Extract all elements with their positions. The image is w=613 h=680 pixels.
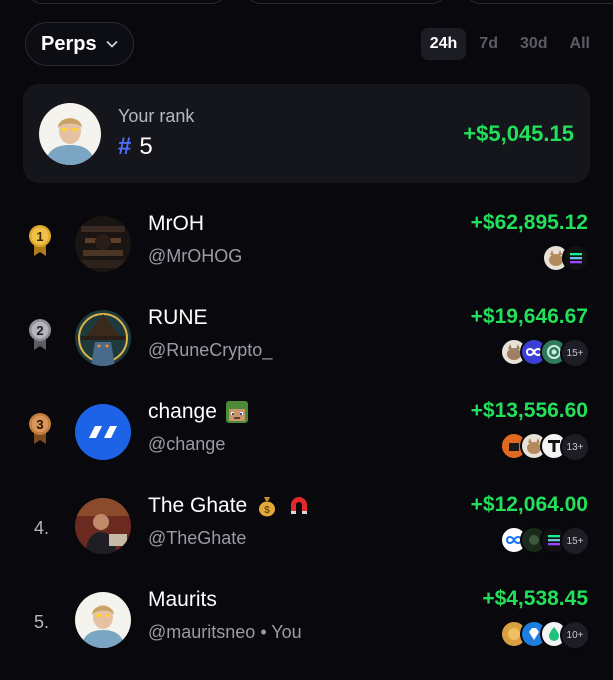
user-handle: @change <box>148 434 226 454</box>
period-7d[interactable]: 7d <box>470 28 507 60</box>
leaderboard-row[interactable]: 3 change @change +$13,556.60 13+ <box>0 388 613 484</box>
market-dropdown-label: Perps <box>41 32 97 55</box>
user-pnl: +$4,538.45 <box>482 587 588 610</box>
rank-number: 4. <box>26 504 54 540</box>
avatar <box>75 216 131 272</box>
avatar <box>75 498 131 554</box>
more-tokens-badge: 15+ <box>560 526 590 556</box>
rank-badge-number: 2 <box>36 323 43 338</box>
filter-row: Perps 24h 7d 30d All <box>25 22 599 66</box>
user-handle: @RuneCrypto_ <box>148 340 273 360</box>
token-stack: 10+ <box>500 620 590 650</box>
user-name: MrOH <box>148 212 204 235</box>
your-rank-number: 5 <box>139 133 153 160</box>
rank-number-text: 4. <box>34 518 50 538</box>
token-stack: 15+ <box>500 526 590 556</box>
svg-text:$: $ <box>264 505 270 516</box>
user-name: RUNE <box>148 306 208 329</box>
user-pnl: +$13,556.60 <box>470 399 588 422</box>
user-name: change <box>148 400 217 423</box>
user-name: The Ghate <box>148 494 248 517</box>
your-rank-pnl: +$5,045.15 <box>463 120 574 146</box>
period-24h[interactable]: 24h <box>420 28 467 60</box>
more-tokens-badge: 13+ <box>560 432 590 462</box>
minecraft-face-emoji <box>225 400 249 424</box>
solana-token-icon <box>562 244 590 272</box>
leaderboard-row[interactable]: 5. Maurits @mauritsneo • You +$4,538.45 … <box>0 576 613 672</box>
bronze-medal-icon: 3 <box>26 410 54 446</box>
your-rank-card[interactable]: Your rank #5 +$5,045.15 <box>23 84 590 183</box>
more-tokens-badge: 10+ <box>560 620 590 650</box>
gold-medal-icon: 1 <box>26 222 54 258</box>
period-selector: 24h 7d 30d All <box>420 28 599 60</box>
silver-medal-icon: 2 <box>26 316 54 352</box>
token-stack <box>542 244 590 272</box>
top-tab-partial[interactable] <box>466 0 613 4</box>
leaderboard-row[interactable]: 2 RUNE @RuneCrypto_ +$19,646.67 15+ <box>0 294 613 390</box>
your-rank-value: #5 <box>118 133 463 161</box>
user-handle: @MrOHOG <box>148 246 243 266</box>
rank-number: 5. <box>26 598 54 634</box>
avatar <box>75 404 131 460</box>
rank-badge-number: 3 <box>36 417 43 432</box>
hash-symbol: # <box>118 133 132 160</box>
top-tab-partial[interactable] <box>246 0 446 4</box>
avatar <box>75 592 131 648</box>
rank-badge-number: 1 <box>36 229 43 244</box>
leaderboard-row[interactable]: 4. The Ghate $ @TheGhate +$12,064.00 15+ <box>0 482 613 578</box>
rank-number-text: 5. <box>34 612 50 632</box>
user-handle: @mauritsneo • You <box>148 622 302 642</box>
your-rank-label: Your rank <box>118 106 195 126</box>
avatar <box>75 310 131 366</box>
user-handle: @TheGhate <box>148 528 247 548</box>
token-stack: 15+ <box>500 338 590 368</box>
user-pnl: +$12,064.00 <box>470 493 588 516</box>
period-all[interactable]: All <box>561 28 599 60</box>
top-tab-partial[interactable] <box>28 0 226 4</box>
top-tabs-partial <box>0 0 613 4</box>
chevron-down-icon <box>106 41 117 48</box>
period-30d[interactable]: 30d <box>511 28 557 60</box>
more-tokens-badge: 15+ <box>560 338 590 368</box>
leaderboard-row[interactable]: 1 MrOH @MrOHOG +$62,895.12 <box>0 200 613 296</box>
user-pnl: +$62,895.12 <box>470 211 588 234</box>
magnet-emoji <box>287 494 311 518</box>
your-avatar <box>39 102 101 165</box>
money-bag-emoji: $ <box>255 494 279 518</box>
user-name: Maurits <box>148 588 217 611</box>
user-pnl: +$19,646.67 <box>470 305 588 328</box>
token-stack: 13+ <box>500 432 590 462</box>
market-dropdown-button[interactable]: Perps <box>25 22 134 66</box>
